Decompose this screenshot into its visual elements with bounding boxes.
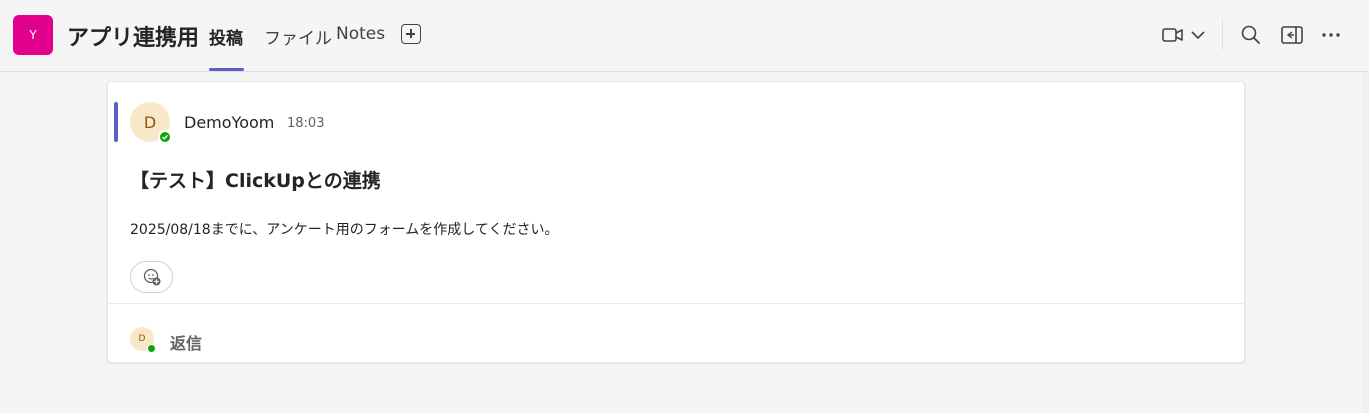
channel-title: アプリ連携用 — [67, 26, 200, 51]
presence-available-icon — [158, 130, 172, 144]
toolbar-divider — [1222, 18, 1223, 50]
tab-notes[interactable]: Notes — [336, 24, 385, 44]
reply-divider — [108, 303, 1244, 304]
channel-header: Y アプリ連携用 投稿 ファイル Notes — [0, 0, 1369, 72]
reply-avatar: D — [130, 327, 156, 353]
tab-files[interactable]: ファイル — [264, 24, 332, 49]
search-icon[interactable] — [1238, 22, 1264, 48]
team-initial: Y — [29, 28, 37, 42]
open-panel-icon[interactable] — [1279, 22, 1305, 48]
emoji-add-icon — [143, 268, 160, 286]
tab-posts[interactable]: 投稿 — [209, 24, 243, 49]
avatar-initial: D — [143, 112, 157, 132]
reply-button[interactable]: 返信 — [170, 330, 202, 354]
post-card: D DemoYoom 18:03 【テスト】ClickUpとの連携 2025/0… — [107, 81, 1245, 363]
reply-avatar-initial: D — [138, 334, 146, 344]
more-options-icon[interactable] — [1318, 22, 1344, 48]
video-call-icon[interactable] — [1160, 22, 1186, 48]
scrollbar[interactable] — [1363, 72, 1369, 413]
post-body: 2025/08/18までに、アンケート用のフォームを作成してください。 — [130, 222, 559, 238]
add-tab-icon[interactable] — [401, 24, 421, 44]
chevron-down-icon[interactable] — [1188, 22, 1208, 48]
post-timestamp: 18:03 — [287, 116, 325, 131]
post-subject: 【テスト】ClickUpとの連携 — [130, 170, 381, 192]
avatar[interactable]: D — [130, 102, 172, 144]
team-avatar[interactable]: Y — [13, 15, 53, 55]
presence-available-icon — [147, 344, 156, 353]
add-reaction-button[interactable] — [130, 261, 173, 293]
unread-accent-bar — [114, 102, 118, 142]
active-tab-indicator — [209, 68, 244, 71]
post-author[interactable]: DemoYoom — [184, 113, 274, 132]
